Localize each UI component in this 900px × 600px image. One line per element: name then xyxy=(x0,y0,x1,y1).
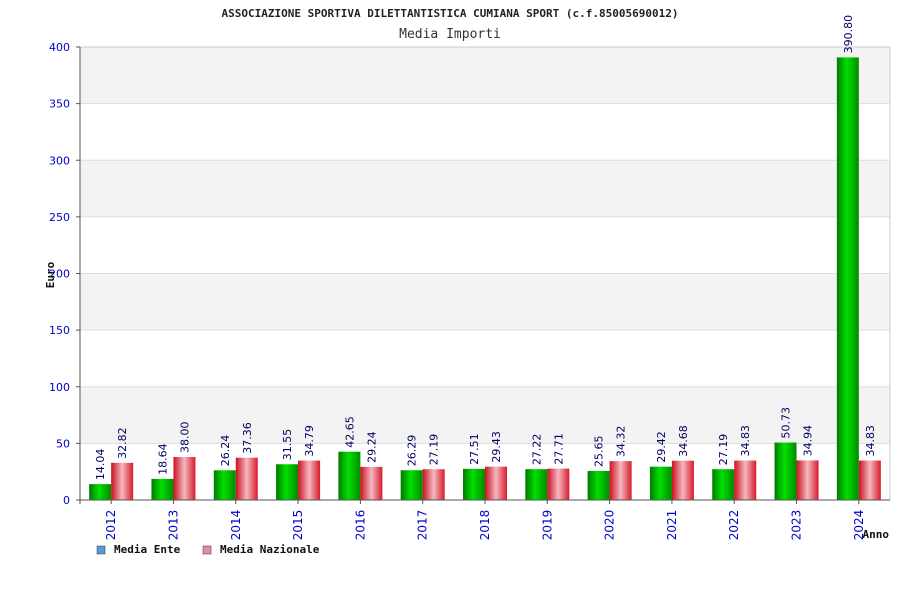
data-label: 26.29 xyxy=(406,435,419,467)
bar-media-nazionale xyxy=(796,460,819,500)
bar-media-ente xyxy=(213,470,236,500)
chart: ASSOCIAZIONE SPORTIVA DILETTANTISTICA CU… xyxy=(44,7,891,556)
y-tick-label: 100 xyxy=(49,381,70,394)
data-label: 27.51 xyxy=(468,433,481,465)
bar-media-ente xyxy=(774,442,797,500)
y-tick-label: 250 xyxy=(49,211,70,224)
bar-media-nazionale xyxy=(734,460,757,500)
bar-media-nazionale xyxy=(298,460,321,500)
data-label: 27.22 xyxy=(530,434,543,466)
bar-media-ente xyxy=(276,464,299,500)
data-label: 18.64 xyxy=(156,443,169,475)
bar-media-ente xyxy=(89,484,112,500)
x-tick-label: 2020 xyxy=(603,510,617,541)
bar-media-ente xyxy=(587,470,610,500)
x-axis-label: Anno xyxy=(863,528,890,541)
bar-media-ente xyxy=(463,468,485,500)
data-label: 38.00 xyxy=(178,421,191,453)
y-tick-label: 50 xyxy=(56,437,70,450)
data-label: 32.82 xyxy=(116,427,129,459)
x-tick-label: 2012 xyxy=(104,510,118,541)
data-label: 29.43 xyxy=(490,431,503,463)
data-label: 390.80 xyxy=(842,15,855,54)
data-label: 26.24 xyxy=(219,435,232,467)
grid-band xyxy=(80,216,890,274)
y-tick-label: 350 xyxy=(49,98,70,111)
data-label: 29.42 xyxy=(655,431,668,463)
grid-band xyxy=(80,47,890,104)
grid-band xyxy=(80,386,890,444)
x-tick-label: 2014 xyxy=(229,510,243,541)
data-label: 50.73 xyxy=(780,407,793,439)
x-tick-label: 2019 xyxy=(540,510,554,541)
bar-media-ente xyxy=(400,470,423,500)
data-label: 34.83 xyxy=(739,425,752,457)
bar-media-nazionale xyxy=(235,457,258,500)
x-tick-label: 2018 xyxy=(478,510,492,541)
y-tick-label: 300 xyxy=(49,154,70,167)
data-label: 31.55 xyxy=(281,429,294,461)
bar-media-ente xyxy=(525,469,548,500)
grid-band xyxy=(80,273,890,331)
data-label: 37.36 xyxy=(241,422,254,454)
data-label: 34.83 xyxy=(864,425,877,457)
legend-label-media-nazionale: Media Nazionale xyxy=(220,543,320,556)
data-label: 27.71 xyxy=(552,433,565,465)
x-tick-label: 2021 xyxy=(665,510,679,541)
data-label: 27.19 xyxy=(428,434,441,466)
legend-swatch-media-ente xyxy=(96,545,106,555)
bar-media-ente xyxy=(338,451,361,500)
x-tick-label: 2023 xyxy=(790,510,804,541)
y-tick-label: 400 xyxy=(49,41,70,54)
data-label: 34.79 xyxy=(303,425,316,457)
grid-band xyxy=(80,103,890,161)
grid-band xyxy=(80,160,890,217)
x-tick-label: 2013 xyxy=(166,510,180,541)
bar-media-nazionale xyxy=(858,460,881,500)
bar-media-nazionale xyxy=(485,466,507,500)
chart-title: ASSOCIAZIONE SPORTIVA DILETTANTISTICA CU… xyxy=(222,7,679,20)
data-label: 42.65 xyxy=(343,416,356,448)
bar-media-nazionale xyxy=(173,456,196,500)
grid-band xyxy=(80,330,890,387)
data-label: 29.24 xyxy=(365,431,378,463)
data-label: 34.32 xyxy=(615,426,628,458)
bar-media-nazionale xyxy=(671,460,694,500)
bar-media-ente xyxy=(151,478,174,500)
x-tick-label: 2017 xyxy=(416,510,430,541)
bar-media-nazionale xyxy=(609,461,632,500)
y-tick-label: 150 xyxy=(49,324,70,337)
bar-media-nazionale xyxy=(422,469,445,500)
y-axis-label: Euro xyxy=(44,261,57,288)
data-label: 34.94 xyxy=(802,425,815,457)
legend-label-media-ente: Media Ente xyxy=(114,543,181,556)
data-label: 14.04 xyxy=(94,449,107,481)
legend: Media Ente Media Nazionale xyxy=(96,543,320,556)
data-label: 27.19 xyxy=(717,434,730,466)
bar-media-nazionale xyxy=(111,462,134,500)
data-label: 34.68 xyxy=(677,425,690,457)
bar-media-nazionale xyxy=(360,466,383,500)
bar-media-ente xyxy=(649,466,672,500)
x-tick-label: 2022 xyxy=(727,510,741,541)
chart-subtitle: Media Importi xyxy=(399,27,501,42)
x-tick-label: 2015 xyxy=(291,510,305,541)
x-tick-label: 2016 xyxy=(353,510,367,541)
grid xyxy=(79,46,891,501)
y-tick-label: 0 xyxy=(63,494,70,507)
data-label: 25.65 xyxy=(593,435,606,467)
bar-media-nazionale xyxy=(547,468,570,500)
bar-media-ente xyxy=(712,469,735,500)
bar-media-ente xyxy=(836,57,859,500)
legend-swatch-media-nazionale xyxy=(202,545,212,555)
